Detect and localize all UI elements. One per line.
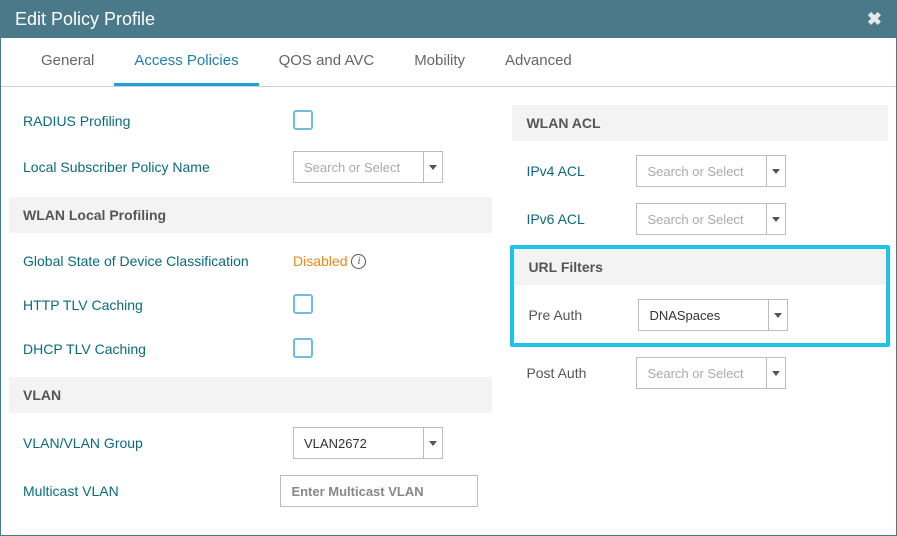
highlight-url-filters: URL Filters Pre Auth DNASpaces xyxy=(510,245,890,347)
row-ipv6-acl: IPv6 ACL Search or Select xyxy=(512,195,888,243)
close-icon[interactable]: ✖ xyxy=(867,9,882,30)
label-pre-auth: Pre Auth xyxy=(528,306,638,324)
row-http-tlv: HTTP TLV Caching xyxy=(9,283,492,327)
row-ipv4-acl: IPv4 ACL Search or Select xyxy=(512,147,888,195)
label-dhcp-tlv: DHCP TLV Caching xyxy=(23,340,293,358)
section-url-filters: URL Filters xyxy=(514,249,886,285)
select-vlan-group[interactable]: VLAN2672 xyxy=(293,427,443,459)
select-pre-auth[interactable]: DNASpaces xyxy=(638,299,788,331)
select-ipv6-acl[interactable]: Search or Select xyxy=(636,203,786,235)
row-multicast-vlan: Multicast VLAN xyxy=(9,467,492,515)
left-column: RADIUS Profiling Local Subscriber Policy… xyxy=(9,99,492,515)
select-local-sub-policy[interactable]: Search or Select xyxy=(293,151,443,183)
label-global-state: Global State of Device Classification xyxy=(23,252,293,270)
chevron-down-icon xyxy=(772,371,780,376)
tab-qos-avc[interactable]: QOS and AVC xyxy=(259,38,395,86)
select-vlan-group-caret[interactable] xyxy=(423,427,443,459)
select-vlan-group-value: VLAN2672 xyxy=(293,427,423,459)
checkbox-http-tlv[interactable] xyxy=(293,294,313,314)
label-ipv4-acl: IPv4 ACL xyxy=(526,162,636,180)
chevron-down-icon xyxy=(774,313,782,318)
select-post-auth[interactable]: Search or Select xyxy=(636,357,786,389)
select-ipv6-caret[interactable] xyxy=(766,203,786,235)
chevron-down-icon xyxy=(429,441,437,446)
label-radius-profiling: RADIUS Profiling xyxy=(23,112,293,130)
label-multicast-vlan: Multicast VLAN xyxy=(23,482,280,500)
select-post-auth-caret[interactable] xyxy=(766,357,786,389)
tab-access-policies[interactable]: Access Policies xyxy=(114,38,258,86)
label-ipv6-acl: IPv6 ACL xyxy=(526,210,636,228)
section-wlan-acl: WLAN ACL xyxy=(512,105,888,141)
modal-title: Edit Policy Profile xyxy=(15,9,155,30)
row-local-sub-policy: Local Subscriber Policy Name Search or S… xyxy=(9,143,492,191)
row-radius-profiling: RADIUS Profiling xyxy=(9,99,492,143)
info-icon[interactable]: i xyxy=(351,254,366,269)
select-ipv4-acl[interactable]: Search or Select xyxy=(636,155,786,187)
select-ipv4-caret[interactable] xyxy=(766,155,786,187)
value-global-state: Disabled i xyxy=(293,253,366,269)
checkbox-dhcp-tlv[interactable] xyxy=(293,338,313,358)
input-multicast-vlan[interactable] xyxy=(280,475,478,507)
tab-mobility[interactable]: Mobility xyxy=(394,38,485,86)
chevron-down-icon xyxy=(429,165,437,170)
section-vlan: VLAN xyxy=(9,377,492,413)
select-pre-auth-caret[interactable] xyxy=(768,299,788,331)
select-ipv6-value: Search or Select xyxy=(636,203,766,235)
content: RADIUS Profiling Local Subscriber Policy… xyxy=(1,87,896,535)
label-http-tlv: HTTP TLV Caching xyxy=(23,296,293,314)
chevron-down-icon xyxy=(772,217,780,222)
checkbox-radius-profiling[interactable] xyxy=(293,110,313,130)
tab-advanced[interactable]: Advanced xyxy=(485,38,592,86)
edit-policy-modal: Edit Policy Profile ✖ General Access Pol… xyxy=(0,0,897,536)
label-vlan-group: VLAN/VLAN Group xyxy=(23,434,293,452)
tab-general[interactable]: General xyxy=(21,38,114,86)
label-local-sub-policy: Local Subscriber Policy Name xyxy=(23,158,293,176)
row-post-auth: Post Auth Search or Select xyxy=(512,349,888,397)
select-local-sub-caret[interactable] xyxy=(423,151,443,183)
section-wlan-local-profiling: WLAN Local Profiling xyxy=(9,197,492,233)
label-post-auth: Post Auth xyxy=(526,364,636,382)
tabs: General Access Policies QOS and AVC Mobi… xyxy=(1,38,896,87)
select-local-sub-value: Search or Select xyxy=(293,151,423,183)
right-column: WLAN ACL IPv4 ACL Search or Select IPv6 … xyxy=(492,99,888,515)
chevron-down-icon xyxy=(772,169,780,174)
row-vlan-group: VLAN/VLAN Group VLAN2672 xyxy=(9,419,492,467)
select-post-auth-value: Search or Select xyxy=(636,357,766,389)
modal-header: Edit Policy Profile ✖ xyxy=(1,1,896,38)
select-ipv4-value: Search or Select xyxy=(636,155,766,187)
select-pre-auth-value: DNASpaces xyxy=(638,299,768,331)
global-state-text: Disabled xyxy=(293,253,347,269)
row-global-state: Global State of Device Classification Di… xyxy=(9,239,492,283)
row-dhcp-tlv: DHCP TLV Caching xyxy=(9,327,492,371)
row-pre-auth: Pre Auth DNASpaces xyxy=(514,291,886,339)
